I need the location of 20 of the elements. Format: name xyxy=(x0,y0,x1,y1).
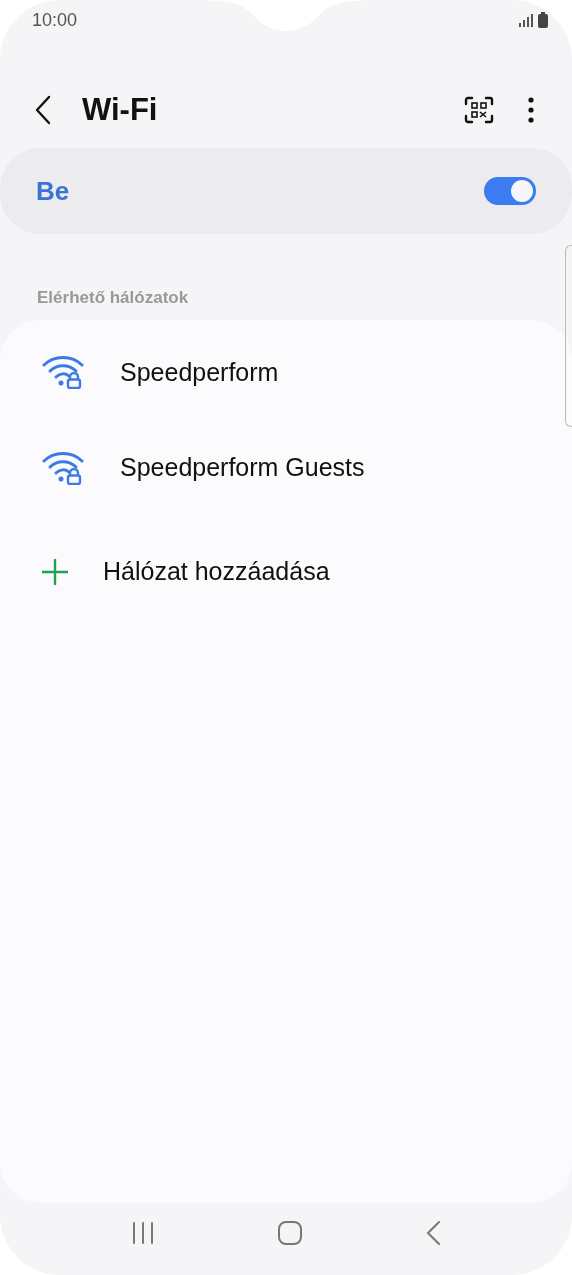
more-options-icon xyxy=(528,97,534,123)
back-icon xyxy=(425,1220,441,1246)
signal-icon xyxy=(518,13,534,27)
wifi-switch[interactable] xyxy=(484,177,536,205)
battery-icon xyxy=(538,12,548,28)
plus-icon xyxy=(40,556,70,587)
wifi-state-label: Be xyxy=(36,175,70,207)
page-title: Wi-Fi xyxy=(82,92,158,128)
network-name: Speedperform xyxy=(120,357,279,387)
qr-code-icon xyxy=(464,96,494,124)
recent-apps-icon xyxy=(131,1221,155,1245)
network-item[interactable]: Hálózat hozzáadása xyxy=(0,519,572,624)
section-header: Elérhető hálózatok xyxy=(36,288,190,308)
network-item[interactable]: Speedperform xyxy=(0,328,572,416)
network-item[interactable]: Speedperform Guests xyxy=(0,415,572,520)
home-icon xyxy=(277,1220,303,1246)
back-icon xyxy=(34,95,52,125)
network-name: Hálózat hozzáadása xyxy=(103,557,330,586)
status-time: 10:00 xyxy=(32,9,78,31)
network-name: Speedperform Guests xyxy=(120,453,365,482)
